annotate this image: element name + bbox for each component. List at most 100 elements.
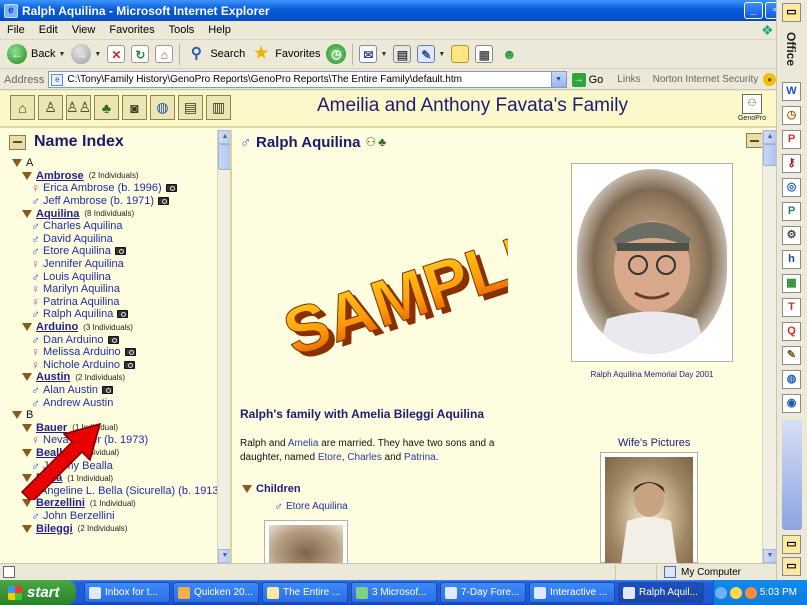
surname-link[interactable]: Ambrose [36,170,84,182]
expand-triangle-icon[interactable] [12,159,22,168]
camera-icon[interactable]: ◙ [122,95,147,120]
taskbar-item-entire-family[interactable]: The Entire ... [262,582,348,603]
report-icon[interactable]: ▤ [178,95,203,120]
person-link[interactable]: Melissa Arduino [43,346,121,358]
help-icon[interactable]: h [782,250,801,269]
camera-icon[interactable] [117,310,129,319]
camera-icon[interactable] [107,335,119,344]
person-link[interactable]: Charles Aquilina [43,220,123,232]
minimize-button[interactable]: _ [744,2,763,19]
taskbar-item-forecast[interactable]: 7-Day Fore... [440,582,526,603]
surname-link[interactable]: Austin [36,371,70,383]
discuss-button[interactable] [448,42,472,67]
messenger-button[interactable]: ☻ [496,42,522,67]
back-button[interactable]: ← Back ▼ [4,42,68,67]
person-link[interactable]: Louis Aquilina [43,271,111,283]
home-button[interactable]: ⌂ [152,42,176,67]
camera-icon[interactable] [158,197,170,206]
internet-icon[interactable]: ◍ [782,370,801,389]
person-link[interactable]: Jeremy Bealla [43,460,113,472]
person-link[interactable]: Nichole Arduino [43,359,120,371]
stop-button[interactable]: ✕ [104,42,128,67]
child-item[interactable]: ♂ Etore Aquilina [274,499,348,513]
expand-triangle-icon[interactable] [242,485,252,493]
refresh-button[interactable]: ↻ [128,42,152,67]
name-index-scrollbar[interactable]: ▲ ▼ [217,130,230,563]
family-icon[interactable]: ♙♙ [66,95,91,120]
folder-icon[interactable]: ▭ [782,557,801,576]
person-photo[interactable] [571,163,733,362]
photo-icon[interactable]: ✎ [782,346,801,365]
address-input[interactable]: e C:\Tony\Family History\GenoPro Reports… [48,71,567,88]
expand-triangle-icon[interactable] [22,209,32,218]
collapse-button[interactable] [746,133,763,148]
expand-triangle-icon[interactable] [22,499,32,508]
expand-triangle-icon[interactable] [22,323,32,332]
scroll-down-icon[interactable]: ▼ [763,549,776,563]
person-link[interactable]: Erica Ambrose (b. 1996) [43,182,162,194]
person-link[interactable]: Jeff Ambrose (b. 1971) [43,195,154,207]
person-link[interactable]: Patrina Aquilina [43,296,119,308]
chevron-down-icon[interactable]: ▼ [380,51,387,58]
publisher-icon[interactable]: P [782,202,801,221]
chevron-down-icon[interactable]: ▼ [94,51,101,58]
surname-link[interactable]: Berzellini [36,497,85,509]
tools-icon[interactable]: ⚙ [782,226,801,245]
individual-icon[interactable]: ♙ [38,95,63,120]
expand-triangle-icon[interactable] [22,423,32,432]
person-link[interactable]: Dan Arduino [43,334,104,346]
research-button[interactable]: ▦ [472,42,496,67]
outlook-icon[interactable]: ◷ [782,106,801,125]
camera-icon[interactable] [114,247,126,256]
expand-triangle-icon[interactable] [22,171,32,180]
search-button[interactable]: ⚲ Search [183,42,248,67]
forward-button[interactable]: → ▼ [68,42,104,67]
camera-icon[interactable] [124,348,136,357]
wife-photo[interactable] [600,452,698,563]
surname-link[interactable]: Bileggi [36,523,73,535]
person-link[interactable]: Alan Austin [43,384,98,396]
menu-favorites[interactable]: Favorites [102,24,161,36]
links-button[interactable]: Links [617,74,640,85]
chevron-down-icon[interactable]: ▼ [58,51,65,58]
quicken-icon[interactable]: Q [782,322,801,341]
taskbar-item-inbox[interactable]: Inbox for t... [84,582,170,603]
person-link[interactable]: Jennifer Aquilina [43,258,124,270]
child-photo[interactable] [264,520,348,563]
menu-view[interactable]: View [65,24,103,36]
person-link[interactable]: John Berzellini [43,510,115,522]
expand-triangle-icon[interactable] [22,524,32,533]
globe-icon[interactable]: ◉ [782,394,801,413]
folder-icon[interactable]: ▭ [782,3,801,22]
favorites-button[interactable]: ★ Favorites [248,42,323,67]
access-icon[interactable]: ⚷ [782,154,801,173]
taskbar-item-interactive[interactable]: Interactive ... [529,582,615,603]
person-link[interactable]: David Aquilina [43,233,113,245]
calendar-icon[interactable]: ▦ [782,274,801,293]
scroll-up-icon[interactable]: ▲ [218,130,230,144]
expand-triangle-icon[interactable] [22,474,32,483]
child-link-etore[interactable]: Etore [318,452,342,463]
person-frame-scrollbar[interactable]: ▲ ▼ [762,130,776,563]
edit-button[interactable]: ✎ ▼ [414,42,448,67]
tray-icon[interactable] [744,586,757,599]
norton-icon[interactable] [729,586,742,599]
spouse-link[interactable]: Amelia [288,438,319,449]
surname-link[interactable]: Bealla [36,447,68,459]
camera-icon[interactable] [165,184,177,193]
globe-icon[interactable]: ◍ [150,95,175,120]
surname-link[interactable]: Bauer [36,422,67,434]
address-url[interactable]: C:\Tony\Family History\GenoPro Reports\G… [67,74,550,85]
network-icon[interactable] [714,586,727,599]
home-icon[interactable]: ⌂ [10,95,35,120]
taskbar-item-quicken[interactable]: Quicken 20... [173,582,259,603]
norton-icon[interactable]: ● [763,73,776,86]
person-link[interactable]: Andrew Austin [43,397,113,409]
taskbar-item-ralph[interactable]: Ralph Aquil... [618,582,704,603]
clock[interactable]: 5:03 PM [760,587,797,598]
mail-button[interactable]: ✉ ▼ [356,42,390,67]
frontpage-icon[interactable]: ◎ [782,178,801,197]
expand-triangle-icon[interactable] [22,448,32,457]
powerpoint-icon[interactable]: P [782,130,801,149]
surname-link[interactable]: Aquilina [36,208,79,220]
